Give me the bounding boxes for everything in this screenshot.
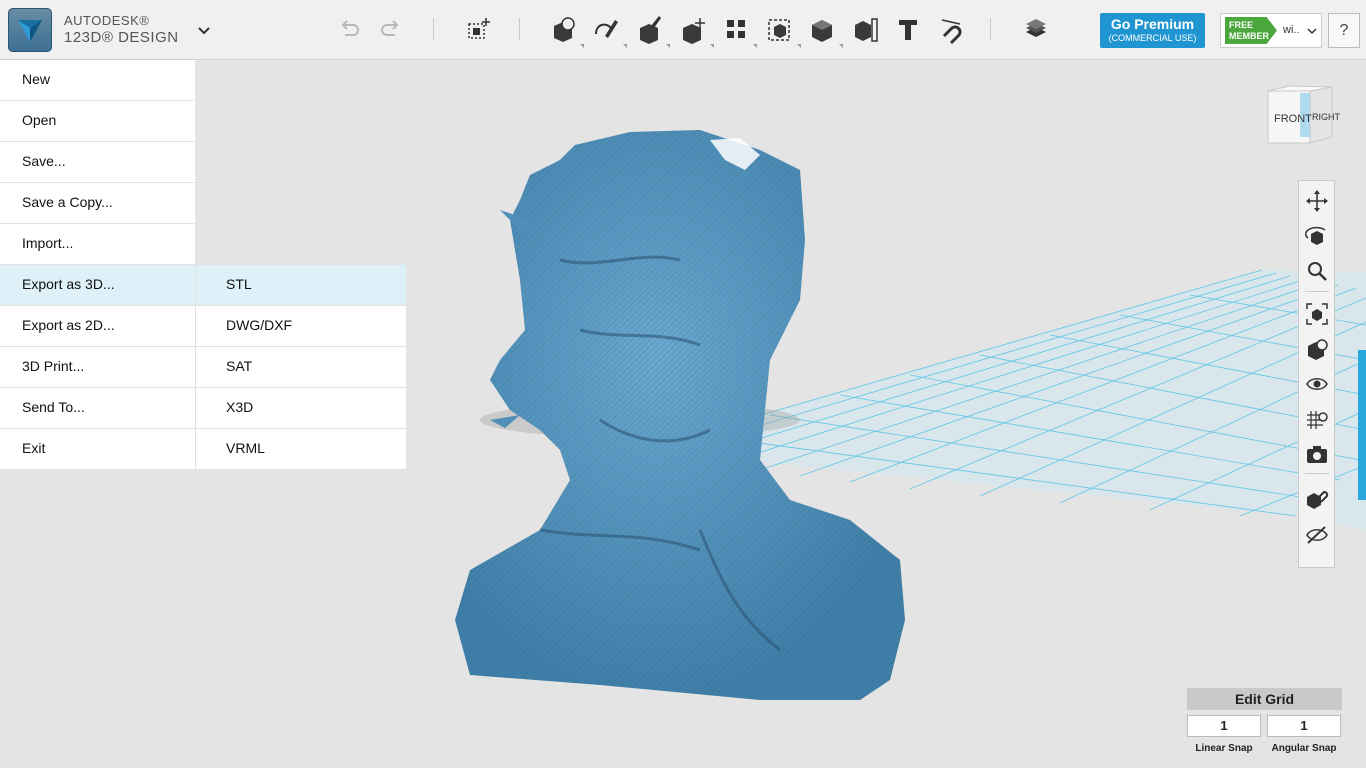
chevron-down-icon [1307, 28, 1317, 35]
brand-autodesk: AUTODESK® [64, 13, 150, 28]
brand-product: 123D® DESIGN [64, 29, 179, 46]
menu-item-export-2d[interactable]: Export as 2D... [0, 306, 195, 347]
menu-item-open[interactable]: Open [0, 101, 195, 142]
logo-icon [18, 20, 42, 42]
top-toolbar: AUTODESK® 123D® DESIGN Go Premium (COMME… [0, 0, 1366, 60]
angular-snap-label: Angular Snap [1271, 743, 1337, 754]
angular-snap-input[interactable]: 1 [1267, 715, 1341, 737]
view-cube-front-label: FRONT [1274, 113, 1312, 125]
view-cube-right-label: RIGHT [1312, 112, 1341, 122]
combine-button[interactable] [807, 14, 843, 48]
toolbar-divider [1305, 473, 1329, 474]
submenu-item-dwg-dxf[interactable]: DWG/DXF [196, 306, 406, 347]
group-icon [768, 19, 790, 41]
edit-grid-button[interactable]: Edit Grid [1187, 688, 1342, 710]
undo-icon[interactable] [336, 16, 362, 42]
transform-tool-button[interactable] [464, 14, 494, 44]
snap-button[interactable] [936, 14, 966, 45]
export-3d-submenu: STL DWG/DXF SAT X3D VRML [195, 265, 406, 470]
menu-item-save-copy[interactable]: Save a Copy... [0, 183, 195, 224]
menu-item-new[interactable]: New [0, 60, 195, 101]
material-visibility-icon[interactable] [1305, 523, 1329, 547]
app-logo[interactable] [8, 8, 52, 52]
measure-icon [855, 18, 878, 42]
toolbar-divider [433, 18, 434, 40]
premium-label: Go Premium [1110, 16, 1195, 32]
menu-item-3d-print[interactable]: 3D Print... [0, 347, 195, 388]
account-dropdown[interactable]: FREE MEMBER wi.. [1220, 13, 1322, 48]
sketch-button[interactable] [591, 14, 627, 48]
submenu-item-sat[interactable]: SAT [196, 347, 406, 388]
menu-item-export-3d[interactable]: Export as 3D... [0, 265, 195, 306]
toolbar-divider [1305, 291, 1329, 292]
perspective-icon[interactable] [1305, 337, 1329, 361]
navigation-toolbar [1298, 180, 1335, 568]
box-plus-icon [468, 18, 490, 39]
badge-line1: FREE [1229, 20, 1254, 30]
camera-icon[interactable] [1305, 442, 1329, 466]
construct-icon [640, 16, 661, 44]
redo-icon[interactable] [378, 16, 404, 42]
badge-line2: MEMBER [1229, 31, 1269, 41]
primitives-button[interactable] [548, 14, 584, 48]
linear-snap-input[interactable]: 1 [1187, 715, 1261, 737]
toolbar-divider [990, 18, 991, 40]
modify-button[interactable] [678, 14, 714, 48]
menu-item-send-to[interactable]: Send To... [0, 388, 195, 429]
side-panel-toggle[interactable] [1358, 350, 1366, 500]
file-menu: New Open Save... Save a Copy... Import..… [0, 60, 195, 470]
fit-view-icon[interactable] [1305, 302, 1329, 326]
group-button[interactable] [765, 14, 801, 48]
view-cube[interactable]: FRONT RIGHT [1262, 83, 1342, 155]
pattern-icon [727, 20, 745, 38]
snap-magnet-icon [941, 19, 962, 45]
combine-icon [812, 20, 832, 42]
snap-view-icon[interactable] [1305, 486, 1329, 510]
text-button[interactable] [893, 14, 923, 44]
username: wi.. [1283, 24, 1300, 36]
menu-item-exit[interactable]: Exit [0, 429, 195, 470]
linear-snap-label: Linear Snap [1195, 743, 1253, 754]
toolbar-divider [519, 18, 520, 40]
edit-grid-panel: Edit Grid 1 1 Linear Snap Angular Snap [1187, 688, 1342, 754]
submenu-item-x3d[interactable]: X3D [196, 388, 406, 429]
free-member-badge: FREE MEMBER [1225, 17, 1277, 44]
measure-button[interactable] [851, 14, 881, 44]
help-button[interactable]: ? [1328, 13, 1360, 48]
premium-sublabel: (COMMERCIAL USE) [1108, 33, 1197, 43]
app-menu-chevron-icon[interactable] [196, 22, 212, 38]
eye-icon[interactable] [1305, 372, 1329, 396]
pan-icon[interactable] [1305, 189, 1329, 213]
primitives-icon [554, 17, 575, 42]
construct-button[interactable] [634, 14, 670, 48]
sketch-icon [595, 20, 618, 38]
pattern-button[interactable] [721, 14, 757, 48]
modify-icon [683, 18, 705, 44]
text-icon [899, 20, 917, 40]
submenu-item-vrml[interactable]: VRML [196, 429, 406, 470]
submenu-item-stl[interactable]: STL [196, 265, 406, 306]
materials-icon [1026, 19, 1046, 37]
menu-item-import[interactable]: Import... [0, 224, 195, 265]
menu-item-save[interactable]: Save... [0, 142, 195, 183]
orbit-icon[interactable] [1305, 224, 1329, 248]
zoom-icon[interactable] [1305, 259, 1329, 283]
go-premium-button[interactable]: Go Premium (COMMERCIAL USE) [1100, 13, 1205, 48]
grid-visibility-icon[interactable] [1305, 407, 1329, 431]
materials-button[interactable] [1021, 14, 1051, 44]
